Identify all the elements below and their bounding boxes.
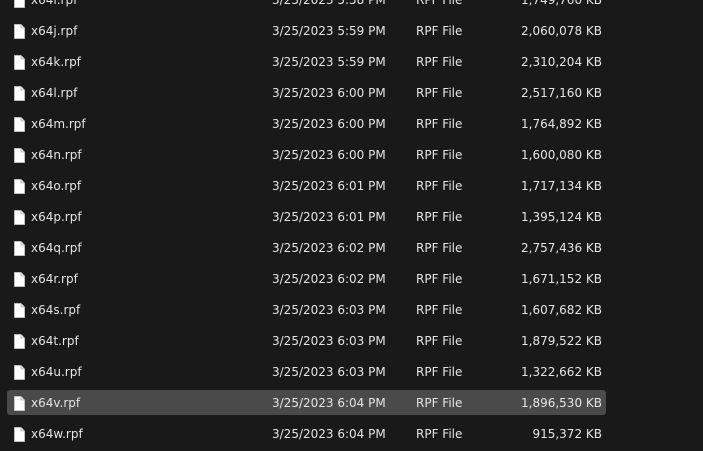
file-date-modified: 3/25/2023 5:59 PM xyxy=(272,24,386,38)
file-size: 1,879,522 KB xyxy=(521,334,602,348)
file-name: x64m.rpf xyxy=(31,117,86,131)
file-type: RPF File xyxy=(416,272,463,286)
file-date-modified: 3/25/2023 6:00 PM xyxy=(272,86,386,100)
file-type: RPF File xyxy=(416,241,463,255)
file-type: RPF File xyxy=(416,334,463,348)
file-row[interactable]: x64i.rpf 3/25/2023 5:58 PM RPF File 1,74… xyxy=(0,0,703,16)
file-name: x64j.rpf xyxy=(31,24,78,38)
file-type: RPF File xyxy=(416,24,463,38)
file-size: 1,671,152 KB xyxy=(521,272,602,286)
file-row[interactable]: x64s.rpf 3/25/2023 6:03 PM RPF File 1,60… xyxy=(0,295,703,326)
file-date-modified: 3/25/2023 6:04 PM xyxy=(272,427,386,441)
file-name: x64q.rpf xyxy=(31,241,82,255)
file-date-modified: 3/25/2023 6:01 PM xyxy=(272,179,386,193)
file-row[interactable]: x64m.rpf 3/25/2023 6:00 PM RPF File 1,76… xyxy=(0,109,703,140)
file-row[interactable]: x64o.rpf 3/25/2023 6:01 PM RPF File 1,71… xyxy=(0,171,703,202)
file-date-modified: 3/25/2023 6:01 PM xyxy=(272,210,386,224)
file-size: 2,310,204 KB xyxy=(521,55,602,69)
file-name: x64l.rpf xyxy=(31,86,78,100)
file-icon xyxy=(14,86,25,101)
file-row[interactable]: x64r.rpf 3/25/2023 6:02 PM RPF File 1,67… xyxy=(0,264,703,295)
file-name: x64o.rpf xyxy=(31,179,82,193)
file-row[interactable]: x64k.rpf 3/25/2023 5:59 PM RPF File 2,31… xyxy=(0,47,703,78)
file-icon xyxy=(14,24,25,39)
file-date-modified: 3/25/2023 6:03 PM xyxy=(272,334,386,348)
file-type: RPF File xyxy=(416,117,463,131)
file-name: x64i.rpf xyxy=(31,0,78,7)
file-size: 1,896,530 KB xyxy=(521,396,602,410)
file-size: 1,395,124 KB xyxy=(521,210,602,224)
file-type: RPF File xyxy=(416,427,463,441)
file-type: RPF File xyxy=(416,55,463,69)
file-size: 2,757,436 KB xyxy=(521,241,602,255)
file-icon xyxy=(14,55,25,70)
file-icon xyxy=(14,396,25,411)
file-name: x64w.rpf xyxy=(31,427,83,441)
file-type: RPF File xyxy=(416,210,463,224)
file-icon xyxy=(14,210,25,225)
file-type: RPF File xyxy=(416,0,463,7)
file-size: 1,600,080 KB xyxy=(521,148,602,162)
file-row[interactable]: x64u.rpf 3/25/2023 6:03 PM RPF File 1,32… xyxy=(0,357,703,388)
file-name: x64t.rpf xyxy=(31,334,79,348)
file-date-modified: 3/25/2023 6:03 PM xyxy=(272,303,386,317)
file-size: 1,749,760 KB xyxy=(521,0,602,7)
file-row[interactable]: x64q.rpf 3/25/2023 6:02 PM RPF File 2,75… xyxy=(0,233,703,264)
file-row[interactable]: x64p.rpf 3/25/2023 6:01 PM RPF File 1,39… xyxy=(0,202,703,233)
file-size: 2,517,160 KB xyxy=(521,86,602,100)
file-date-modified: 3/25/2023 6:02 PM xyxy=(272,272,386,286)
file-size: 1,764,892 KB xyxy=(521,117,602,131)
file-row[interactable]: x64n.rpf 3/25/2023 6:00 PM RPF File 1,60… xyxy=(0,140,703,171)
file-type: RPF File xyxy=(416,303,463,317)
file-name: x64s.rpf xyxy=(31,303,81,317)
file-size: 915,372 KB xyxy=(532,427,602,441)
file-name: x64n.rpf xyxy=(31,148,82,162)
file-size: 1,717,134 KB xyxy=(521,179,602,193)
file-type: RPF File xyxy=(416,396,463,410)
file-name: x64v.rpf xyxy=(31,396,81,410)
file-icon xyxy=(14,179,25,194)
file-icon xyxy=(14,117,25,132)
file-name: x64u.rpf xyxy=(31,365,82,379)
file-list: x64i.rpf 3/25/2023 5:58 PM RPF File 1,74… xyxy=(0,0,703,450)
file-icon xyxy=(14,148,25,163)
file-icon xyxy=(14,0,25,8)
file-date-modified: 3/25/2023 6:04 PM xyxy=(272,396,386,410)
file-date-modified: 3/25/2023 6:00 PM xyxy=(272,117,386,131)
file-type: RPF File xyxy=(416,148,463,162)
file-name: x64r.rpf xyxy=(31,272,78,286)
file-icon xyxy=(14,365,25,380)
file-size: 2,060,078 KB xyxy=(521,24,602,38)
file-row[interactable]: x64v.rpf 3/25/2023 6:04 PM RPF File 1,89… xyxy=(0,388,703,419)
file-icon xyxy=(14,303,25,318)
file-name: x64k.rpf xyxy=(31,55,81,69)
file-name: x64p.rpf xyxy=(31,210,82,224)
file-icon xyxy=(14,427,25,442)
file-row[interactable]: x64w.rpf 3/25/2023 6:04 PM RPF File 915,… xyxy=(0,419,703,450)
file-size: 1,322,662 KB xyxy=(521,365,602,379)
file-date-modified: 3/25/2023 6:00 PM xyxy=(272,148,386,162)
file-date-modified: 3/25/2023 5:58 PM xyxy=(272,0,386,7)
file-type: RPF File xyxy=(416,86,463,100)
file-row[interactable]: x64l.rpf 3/25/2023 6:00 PM RPF File 2,51… xyxy=(0,78,703,109)
file-date-modified: 3/25/2023 5:59 PM xyxy=(272,55,386,69)
file-date-modified: 3/25/2023 6:03 PM xyxy=(272,365,386,379)
file-icon xyxy=(14,241,25,256)
file-row[interactable]: x64j.rpf 3/25/2023 5:59 PM RPF File 2,06… xyxy=(0,16,703,47)
file-type: RPF File xyxy=(416,365,463,379)
file-type: RPF File xyxy=(416,179,463,193)
file-icon xyxy=(14,272,25,287)
file-row[interactable]: x64t.rpf 3/25/2023 6:03 PM RPF File 1,87… xyxy=(0,326,703,357)
file-size: 1,607,682 KB xyxy=(521,303,602,317)
file-icon xyxy=(14,334,25,349)
file-date-modified: 3/25/2023 6:02 PM xyxy=(272,241,386,255)
